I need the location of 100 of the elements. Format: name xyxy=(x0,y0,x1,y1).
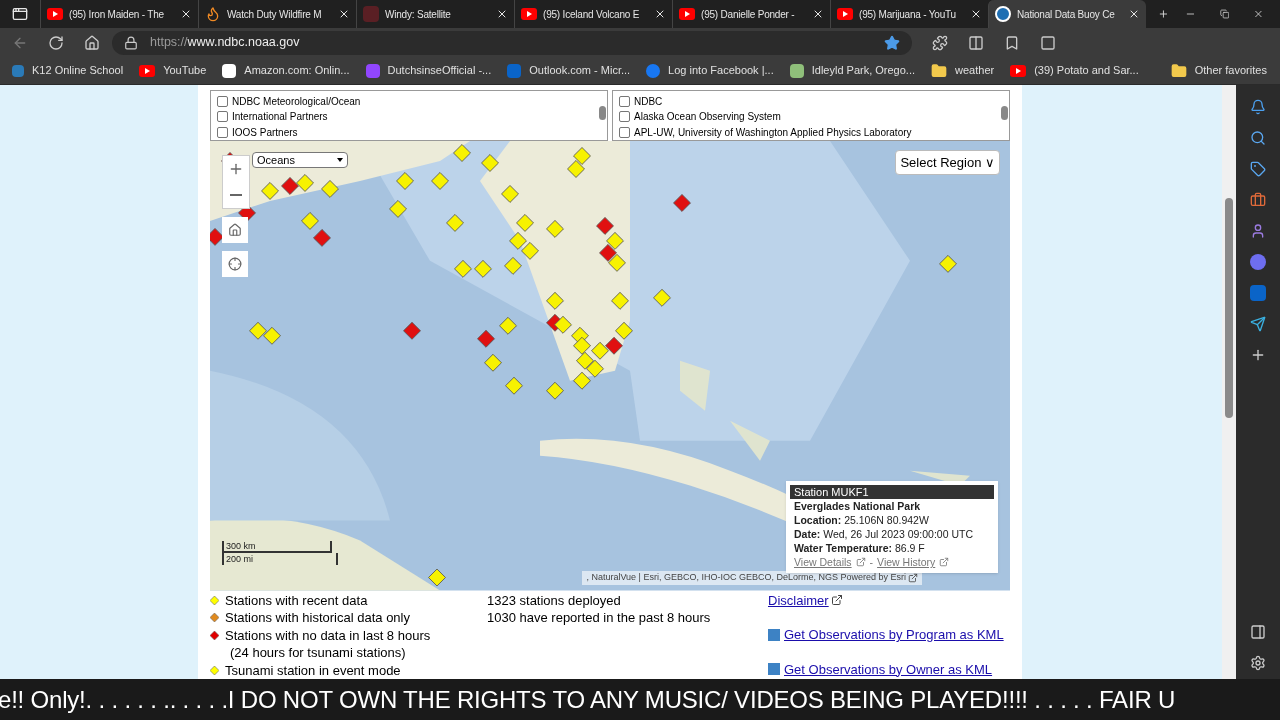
map-attribution: , NaturalVue | Esri, GEBCO, IHO-IOC GEBCO, DeLorme, NGS Powered by Esri xyxy=(582,571,922,585)
settings-icon[interactable] xyxy=(1250,655,1266,671)
favorite-link[interactable]: Other favorites xyxy=(1170,62,1267,79)
close-icon[interactable] xyxy=(1128,8,1140,20)
checkbox-option[interactable]: International Partners xyxy=(217,109,597,125)
notification-icon[interactable] xyxy=(1250,99,1266,115)
checkbox-option[interactable]: IOOS Partners xyxy=(217,124,597,140)
address-bar[interactable]: https://www.ndbc.noaa.gov xyxy=(112,30,912,55)
restore-icon[interactable] xyxy=(1219,7,1230,21)
external-link-icon[interactable] xyxy=(908,572,918,583)
briefcase-icon[interactable] xyxy=(1250,192,1266,208)
kml-link[interactable]: Get Observations by Owner as KML xyxy=(784,660,993,678)
separator: - xyxy=(869,555,874,569)
kml-icon xyxy=(768,663,780,676)
station-stat: 1323 stations deployed xyxy=(487,591,622,609)
close-icon[interactable] xyxy=(496,8,508,20)
close-icon[interactable] xyxy=(812,8,824,20)
favorite-link[interactable]: (39) Potato and Sar... xyxy=(1010,62,1139,79)
add-icon[interactable] xyxy=(1250,347,1266,363)
home-button[interactable] xyxy=(222,217,248,243)
legend-label: Stations with historical data only xyxy=(225,609,410,627)
checkbox[interactable] xyxy=(217,111,228,123)
favorite-link[interactable]: Amazon.com: Onlin... xyxy=(222,62,350,79)
popup-field: Location: 25.106N 80.942W xyxy=(790,513,994,527)
checkbox[interactable] xyxy=(217,96,228,108)
page-scrollbar[interactable] xyxy=(1222,85,1236,679)
plus-icon xyxy=(228,161,244,177)
external-link-icon xyxy=(939,557,950,567)
plane-icon[interactable] xyxy=(1250,316,1266,332)
circle-logo-icon xyxy=(995,6,1011,22)
play-logo-icon xyxy=(139,64,156,77)
zoom-in-button[interactable] xyxy=(223,156,249,182)
favorite-link[interactable]: Idleyld Park, Orego... xyxy=(789,62,916,79)
legend-label: Tsunami station in event mode xyxy=(225,661,401,679)
flame-icon xyxy=(205,6,221,22)
close-icon[interactable] xyxy=(338,8,350,20)
kml-icon xyxy=(768,628,780,641)
close-icon[interactable] xyxy=(654,8,666,20)
checkbox[interactable] xyxy=(619,126,630,138)
play-logo-icon xyxy=(837,8,853,20)
folder-icon xyxy=(931,62,948,79)
logo-icon xyxy=(507,63,522,78)
collections-icon[interactable] xyxy=(1040,34,1056,51)
circle-logo-icon[interactable] xyxy=(1250,254,1266,270)
zoom-out-button[interactable] xyxy=(223,182,249,208)
locate-button[interactable] xyxy=(222,251,248,277)
tab-actions-icon[interactable] xyxy=(12,6,28,22)
favorite-link[interactable]: weather xyxy=(931,62,995,79)
favorite-link[interactable]: Outlook.com - Micr... xyxy=(507,62,631,79)
tag-icon[interactable] xyxy=(1250,161,1266,177)
play-logo-icon xyxy=(521,8,537,20)
favorite-link[interactable]: YouTube xyxy=(139,62,207,79)
minus-icon xyxy=(230,194,242,196)
checkbox-option[interactable]: APL-UW, University of Washington Applied Physics Laboratory xyxy=(619,124,999,140)
folder-icon xyxy=(1170,62,1187,79)
close-icon[interactable] xyxy=(180,8,192,20)
popup-title: Station MUKF1 xyxy=(790,485,994,499)
view-details-link[interactable]: View Details xyxy=(794,555,852,569)
extensions-icon[interactable] xyxy=(932,34,948,51)
close-icon[interactable] xyxy=(970,8,982,20)
favorite-link[interactable]: K12 Online School xyxy=(12,62,124,79)
play-logo-icon xyxy=(679,8,695,20)
home-icon[interactable] xyxy=(84,34,100,51)
home-icon xyxy=(228,223,242,237)
checkbox[interactable] xyxy=(217,126,228,138)
checkbox[interactable] xyxy=(619,111,630,123)
favorite-link[interactable]: Log into Facebook |... xyxy=(646,62,774,79)
person-icon[interactable] xyxy=(1250,223,1266,239)
select-region-button[interactable]: Select Region ∨ xyxy=(895,150,1000,175)
legend-note: (24 hours for tsunami stations) xyxy=(229,644,407,662)
browser-tab[interactable]: National Data Buoy Ce xyxy=(988,0,1146,28)
crosshair-icon xyxy=(228,257,242,271)
lock-icon xyxy=(124,35,138,50)
kml-link[interactable]: Get Observations by Program as KML xyxy=(784,626,1004,644)
external-link-icon xyxy=(855,557,866,567)
search-icon[interactable] xyxy=(1250,130,1266,146)
checkbox-list[interactable]: NDBC Alaska Ocean Observing System APL-UW, University of Washington Applied Physics Laboratory xyxy=(612,90,1010,141)
station-name: Everglades National Park xyxy=(793,499,922,513)
logo-icon xyxy=(12,64,24,77)
legend-label: Stations with recent data xyxy=(225,591,368,609)
logo-icon xyxy=(222,63,237,78)
favorite-link[interactable]: DutchsinseOfficial -... xyxy=(365,62,492,79)
logo-icon xyxy=(646,63,661,78)
checkbox[interactable] xyxy=(619,96,630,108)
scale-bar: 300 km 200 mi xyxy=(222,540,338,565)
split-screen-icon[interactable] xyxy=(968,34,984,51)
sidebar-toggle-icon[interactable] xyxy=(1250,624,1266,640)
layer-select[interactable]: Oceans xyxy=(252,152,348,168)
disclaimer-link[interactable]: Disclaimer xyxy=(768,591,829,609)
refresh-icon[interactable] xyxy=(48,34,64,51)
checkbox-option[interactable]: NDBC Meteorological/Ocean xyxy=(217,94,597,110)
popup-field: Date: Wed, 26 Jul 2023 09:00:00 UTC xyxy=(790,527,994,541)
favorite-star-icon[interactable] xyxy=(884,34,900,51)
checkbox-list[interactable]: NDBC Meteorological/Ocean International Partners IOOS Partners xyxy=(210,90,608,141)
favorites-icon[interactable] xyxy=(1004,34,1020,51)
checkbox-option[interactable]: NDBC xyxy=(619,94,999,110)
station-stat: 1030 have reported in the past 8 hours xyxy=(487,609,712,627)
checkbox-option[interactable]: Alaska Ocean Observing System xyxy=(619,109,999,125)
play-logo-icon xyxy=(47,8,63,20)
view-history-link[interactable]: View History xyxy=(877,555,936,569)
